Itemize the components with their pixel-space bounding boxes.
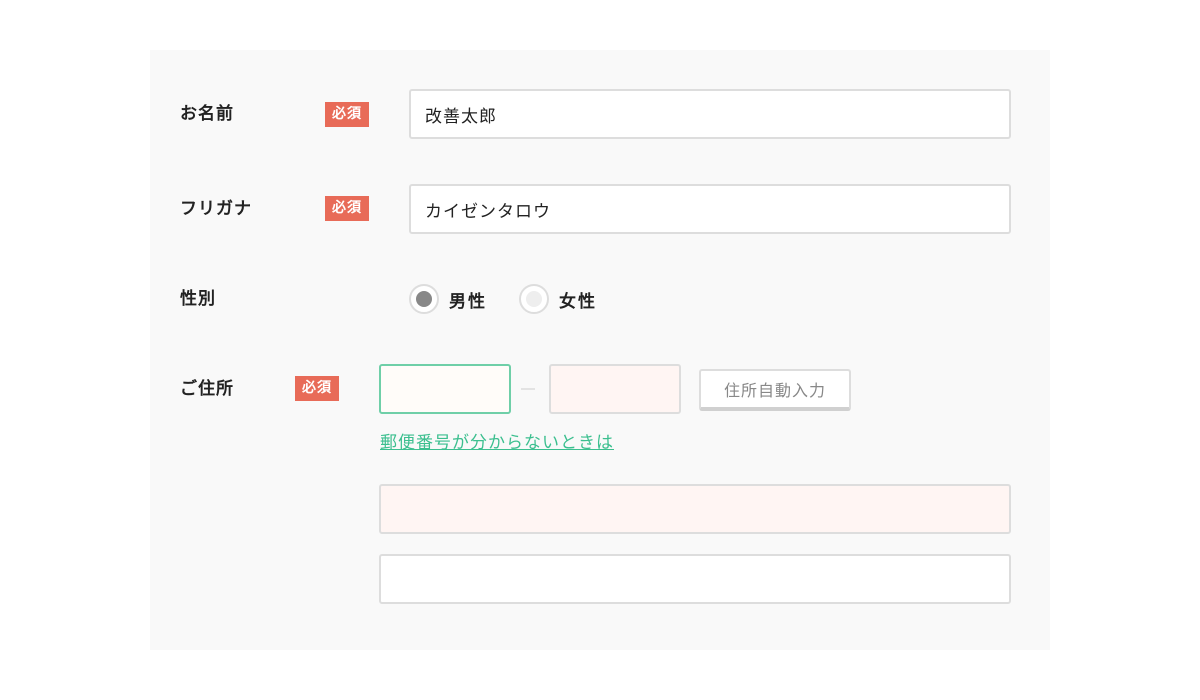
furigana-required-badge: 必須 <box>325 196 369 221</box>
postal-code-second-input[interactable] <box>549 364 681 414</box>
form-panel: お名前 必須 フリガナ 必須 性別 男性 女性 ご住所 必須 住所自動入力 郵便… <box>150 50 1050 650</box>
postal-code-first-input[interactable] <box>379 364 511 414</box>
postal-code-separator <box>521 388 535 390</box>
address-label: ご住所 <box>180 379 234 399</box>
postal-code-help-link[interactable]: 郵便番号が分からないときは <box>380 428 614 453</box>
radio-button-male[interactable] <box>409 284 439 314</box>
name-required-badge: 必須 <box>325 102 369 127</box>
gender-option-label: 女性 <box>559 291 597 312</box>
name-label: お名前 <box>180 104 234 124</box>
gender-option-male[interactable]: 男性 <box>409 284 487 314</box>
radio-button-female[interactable] <box>519 284 549 314</box>
gender-label: 性別 <box>180 289 216 309</box>
radio-dot-icon <box>526 291 542 307</box>
address-line2-input[interactable] <box>379 554 1011 604</box>
gender-radio-group: 男性 女性 <box>409 284 629 314</box>
gender-option-label: 男性 <box>449 291 487 312</box>
furigana-label: フリガナ <box>180 199 252 219</box>
address-required-badge: 必須 <box>295 376 339 401</box>
furigana-input[interactable] <box>409 184 1011 234</box>
gender-option-female[interactable]: 女性 <box>519 284 597 314</box>
address-line1-input[interactable] <box>379 484 1011 534</box>
address-auto-fill-button[interactable]: 住所自動入力 <box>699 369 851 411</box>
radio-dot-icon <box>416 291 432 307</box>
name-input[interactable] <box>409 89 1011 139</box>
